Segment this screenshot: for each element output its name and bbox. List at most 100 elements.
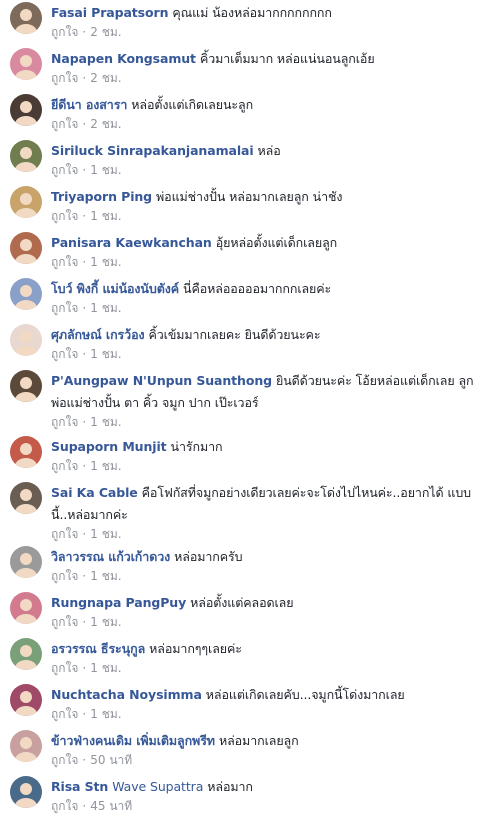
timestamp-link[interactable]: 1 ชม.	[90, 569, 121, 583]
comment-text: หล่อตั้งแต่คลอดเลย	[190, 595, 294, 610]
avatar[interactable]	[10, 546, 42, 578]
avatar[interactable]	[10, 370, 42, 402]
timestamp-link[interactable]: 1 ชม.	[90, 707, 121, 721]
comment-actions: ถูกใจ · 1 ชม.	[51, 568, 490, 584]
like-link[interactable]: ถูกใจ	[51, 661, 78, 675]
profile-photo-icon	[10, 94, 42, 126]
avatar[interactable]	[10, 482, 42, 514]
avatar[interactable]	[10, 730, 42, 762]
timestamp-link[interactable]: 45 นาที	[90, 799, 132, 813]
like-link[interactable]: ถูกใจ	[51, 255, 78, 269]
like-link[interactable]: ถูกใจ	[51, 163, 78, 177]
comment-author-link[interactable]: Nuchtacha Noysimma	[51, 687, 202, 702]
profile-photo-icon	[10, 638, 42, 670]
timestamp-link[interactable]: 1 ชม.	[90, 209, 121, 223]
avatar[interactable]	[10, 232, 42, 264]
timestamp-link[interactable]: 1 ชม.	[90, 415, 121, 429]
like-link[interactable]: ถูกใจ	[51, 459, 78, 473]
comment-author-link[interactable]: วิลาวรรณ แก้วเก้าดวง	[51, 549, 170, 564]
comment-author-link[interactable]: ยีดีนา องสารา	[51, 97, 127, 112]
comment-author-link[interactable]: Panisara Kaewkanchan	[51, 235, 212, 250]
comment-author-link[interactable]: Napapen Kongsamut	[51, 51, 196, 66]
comment-actions: ถูกใจ · 1 ชม.	[51, 208, 490, 224]
timestamp-link[interactable]: 2 ชม.	[90, 25, 121, 39]
like-link[interactable]: ถูกใจ	[51, 301, 78, 315]
avatar[interactable]	[10, 776, 42, 808]
comment-author-link[interactable]: P'Aungpaw N'Unpun Suanthong	[51, 373, 272, 388]
profile-photo-icon	[10, 140, 42, 172]
timestamp-link[interactable]: 1 ชม.	[90, 255, 121, 269]
like-link[interactable]: ถูกใจ	[51, 569, 78, 583]
profile-photo-icon	[10, 370, 42, 402]
avatar[interactable]	[10, 48, 42, 80]
timestamp-link[interactable]: 1 ชม.	[90, 459, 121, 473]
timestamp-link[interactable]: 1 ชม.	[90, 615, 121, 629]
comment-author-link[interactable]: Triyaporn Ping	[51, 189, 152, 204]
tagged-user-link[interactable]: Wave Supattra	[112, 779, 203, 794]
comment-author-link[interactable]: Supaporn Munjit	[51, 439, 167, 454]
avatar[interactable]	[10, 684, 42, 716]
comment-author-link[interactable]: ข้าวฟ่างคนเดิม เพิ่มเติมลูกพรีท	[51, 733, 215, 748]
timestamp-link[interactable]: 1 ชม.	[90, 661, 121, 675]
timestamp-link[interactable]: 1 ชม.	[90, 301, 121, 315]
comment-author-link[interactable]: โบว์ พิงกี้ แม่น้องนับตังค์	[51, 281, 179, 296]
avatar[interactable]	[10, 186, 42, 218]
comment-text-line: Supaporn Munjit น่ารักมาก	[51, 436, 490, 458]
avatar[interactable]	[10, 2, 42, 34]
comment-actions: ถูกใจ · 45 นาที	[51, 798, 490, 814]
avatar[interactable]	[10, 592, 42, 624]
comment-author-link[interactable]: Sai Ka Cable	[51, 485, 138, 500]
timestamp-link[interactable]: 1 ชม.	[90, 163, 121, 177]
comment-body: ศุภลักษณ์ เกรว้อง คิ้วเข้มมากเลยคะ ยินดีด…	[51, 324, 490, 362]
like-link[interactable]: ถูกใจ	[51, 25, 78, 39]
comment-author-link[interactable]: Risa Stn	[51, 779, 108, 794]
profile-photo-icon	[10, 2, 42, 34]
timestamp-link[interactable]: 2 ชม.	[90, 71, 121, 85]
like-link[interactable]: ถูกใจ	[51, 799, 78, 813]
like-link[interactable]: ถูกใจ	[51, 347, 78, 361]
comment-body: Siriluck Sinrapakanjanamalai หล่อ ถูกใจ · 1 …	[51, 140, 490, 178]
avatar[interactable]	[10, 324, 42, 356]
comment-actions: ถูกใจ · 2 ชม.	[51, 116, 490, 132]
separator-dot: ·	[82, 459, 87, 473]
like-link[interactable]: ถูกใจ	[51, 117, 78, 131]
comment-text-line: Sai Ka Cable คือโฟกัสที่จมูกอย่างเดียวเลย…	[51, 482, 490, 526]
comment-author-link[interactable]: Fasai Prapatsorn	[51, 5, 168, 20]
comment-body: วิลาวรรณ แก้วเก้าดวง หล่อมากครับ ถูกใจ · 1 ช…	[51, 546, 490, 584]
comment-actions: ถูกใจ · 1 ชม.	[51, 414, 490, 430]
like-link[interactable]: ถูกใจ	[51, 415, 78, 429]
profile-photo-icon	[10, 436, 42, 468]
comment-text: นี่คือหล่อออออมากกกเลยค่ะ	[183, 281, 332, 296]
timestamp-link[interactable]: 1 ชม.	[90, 347, 121, 361]
comment-body: อรวรรณ ธีระนุกูล หล่อมากๆๆเลยค่ะ ถูกใจ · 1 ช…	[51, 638, 490, 676]
comment-author-link[interactable]: Siriluck Sinrapakanjanamalai	[51, 143, 254, 158]
like-link[interactable]: ถูกใจ	[51, 707, 78, 721]
timestamp-link[interactable]: 1 ชม.	[90, 527, 121, 541]
comment-actions: ถูกใจ · 2 ชม.	[51, 24, 490, 40]
comment-text-line: Fasai Prapatsorn คุณแม่ น้องหล่อมากกกกกกก…	[51, 2, 490, 24]
like-link[interactable]: ถูกใจ	[51, 71, 78, 85]
comment-author-link[interactable]: อรวรรณ ธีระนุกูล	[51, 641, 145, 656]
like-link[interactable]: ถูกใจ	[51, 615, 78, 629]
comment-text: อุ้ยหล่อตั้งแต่เด็กเลยลูก	[215, 235, 338, 250]
separator-dot: ·	[82, 569, 87, 583]
avatar[interactable]	[10, 638, 42, 670]
comment-body: Napapen Kongsamut คิ้วมาเต็มมาก หล่อแน่นอ…	[51, 48, 490, 86]
comment-body: Rungnapa PangPuy หล่อตั้งแต่คลอดเลย ถูกใจ ·…	[51, 592, 490, 630]
comment-author-link[interactable]: Rungnapa PangPuy	[51, 595, 186, 610]
like-link[interactable]: ถูกใจ	[51, 527, 78, 541]
comment-text: หล่อ	[257, 143, 281, 158]
separator-dot: ·	[82, 209, 87, 223]
comment-text: หล่อตั้งแต่เกิดเลยนะลูก	[131, 97, 254, 112]
avatar[interactable]	[10, 436, 42, 468]
comment-text-line: Siriluck Sinrapakanjanamalai หล่อ	[51, 140, 490, 162]
comment-author-link[interactable]: ศุภลักษณ์ เกรว้อง	[51, 327, 145, 342]
like-link[interactable]: ถูกใจ	[51, 209, 78, 223]
avatar[interactable]	[10, 278, 42, 310]
timestamp-link[interactable]: 2 ชม.	[90, 117, 121, 131]
like-link[interactable]: ถูกใจ	[51, 753, 78, 767]
timestamp-link[interactable]: 50 นาที	[90, 753, 132, 767]
comment-actions: ถูกใจ · 1 ชม.	[51, 300, 490, 316]
avatar[interactable]	[10, 140, 42, 172]
avatar[interactable]	[10, 94, 42, 126]
